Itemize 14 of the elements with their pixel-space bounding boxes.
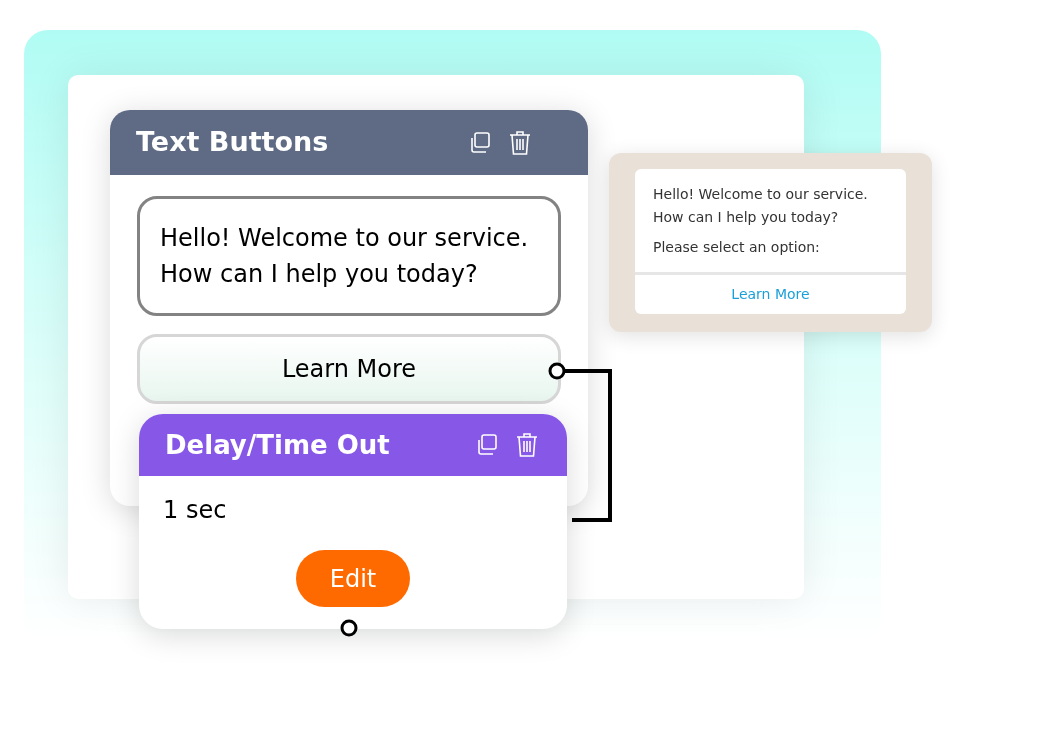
chat-message-line: Hello! Welcome to our service. (653, 185, 869, 204)
message-line: Hello! Welcome to our service. (160, 223, 530, 254)
chat-prompt: Please select an option: (653, 238, 821, 257)
duration-value: 1 sec (162, 495, 228, 526)
trash-icon[interactable] (515, 432, 539, 458)
copy-icon[interactable] (468, 130, 492, 155)
copy-icon[interactable] (475, 433, 499, 457)
message-line: How can I help you today? (160, 259, 479, 290)
card-title: Delay/Time Out (165, 428, 390, 462)
trash-icon[interactable] (508, 129, 532, 156)
chat-message-line: How can I help you today? (653, 208, 840, 227)
message-box[interactable]: Hello! Welcome to our service. How can I help you today? (137, 196, 561, 316)
learn-more-button[interactable]: Learn More (137, 334, 561, 404)
card-title: Text Buttons (136, 125, 329, 160)
